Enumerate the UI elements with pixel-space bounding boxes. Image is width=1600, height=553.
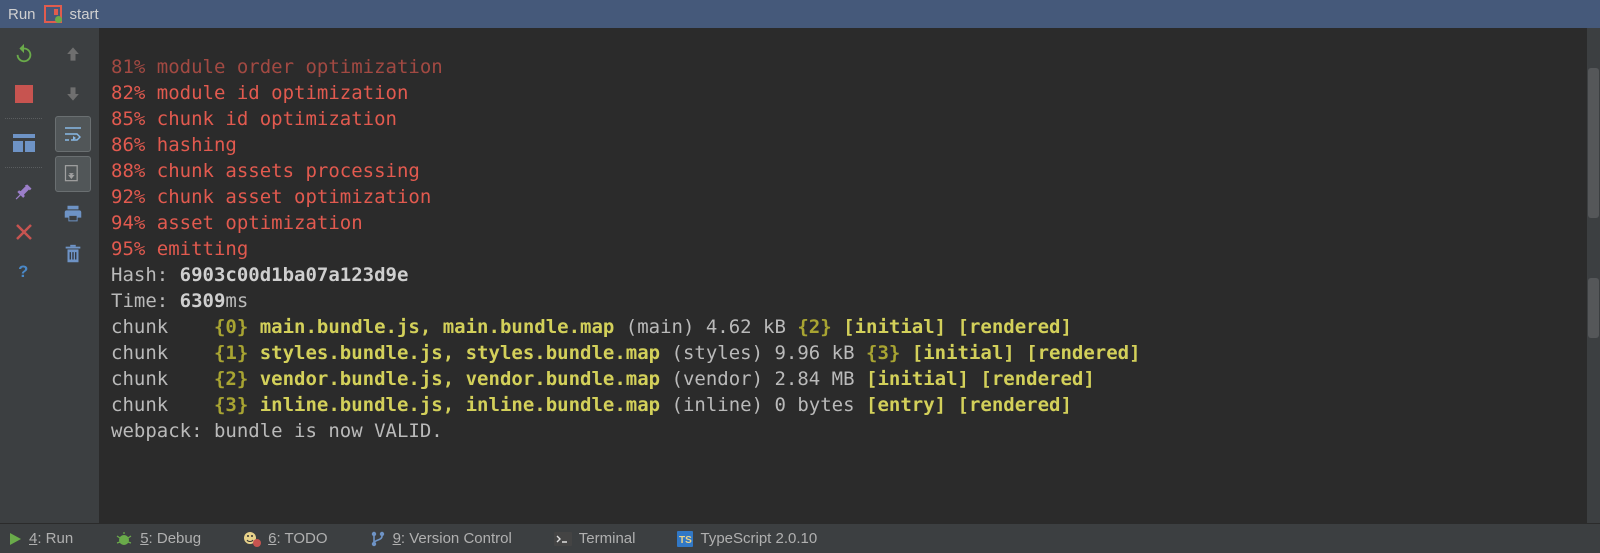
console-line: chunk {2} vendor.bundle.js, vendor.bundl…: [111, 368, 1095, 390]
typescript-icon: TS: [677, 531, 693, 547]
vcs-tool-tab[interactable]: 9: Version Control: [370, 530, 512, 547]
console-line: 95% emitting: [111, 238, 248, 260]
console-line: chunk {1} styles.bundle.js, styles.bundl…: [111, 342, 1141, 364]
todo-tool-tab[interactable]: 6: TODO: [243, 530, 327, 547]
scroll-to-end-button[interactable]: [55, 156, 91, 192]
debug-tool-tab[interactable]: 5: Debug: [115, 530, 201, 547]
run-panel-title: Run: [8, 6, 36, 23]
console-line: chunk {3} inline.bundle.js, inline.bundl…: [111, 394, 1072, 416]
stop-button[interactable]: [6, 76, 42, 112]
svg-text:?: ?: [18, 262, 28, 281]
separator: [5, 167, 43, 168]
run-panel-body: ? 81% module order optimization 82% modu…: [0, 28, 1600, 523]
rerun-button[interactable]: [6, 36, 42, 72]
svg-text:TS: TS: [679, 535, 692, 546]
play-icon: [8, 532, 22, 546]
run-config-name: start: [70, 6, 99, 23]
console-line: Time: 6309ms: [111, 290, 248, 312]
console-line: 81% module order optimization: [111, 56, 443, 78]
up-button[interactable]: [55, 36, 91, 72]
run-panel-header: Run start: [0, 0, 1600, 28]
branch-icon: [370, 531, 386, 547]
run-toolbar-primary: ?: [0, 28, 47, 523]
console-line: 92% chunk asset optimization: [111, 186, 431, 208]
soft-wrap-button[interactable]: [55, 116, 91, 152]
todo-icon: [243, 531, 261, 547]
scrollbar-thumb[interactable]: [1588, 278, 1599, 338]
down-button[interactable]: [55, 76, 91, 112]
run-toolbar-secondary: [47, 28, 99, 523]
console-line: Hash: 6903c00d1ba07a123d9e: [111, 264, 408, 286]
pin-button[interactable]: [6, 174, 42, 210]
console-scrollbar[interactable]: [1587, 28, 1600, 523]
console-line: 85% chunk id optimization: [111, 108, 397, 130]
run-tool-tab[interactable]: 4: Run: [8, 530, 73, 547]
console-line: 88% chunk assets processing: [111, 160, 420, 182]
console-line: 86% hashing: [111, 134, 237, 156]
console-line: 94% asset optimization: [111, 212, 363, 234]
close-button[interactable]: [6, 214, 42, 250]
bug-icon: [115, 531, 133, 547]
clear-all-button[interactable]: [55, 236, 91, 272]
terminal-tool-tab[interactable]: Terminal: [554, 530, 636, 547]
print-button[interactable]: [55, 196, 91, 232]
bottom-tool-bar: 4: Run 5: Debug 6: TODO 9: Version Contr…: [0, 523, 1600, 553]
typescript-tool-tab[interactable]: TS TypeScript 2.0.10: [677, 530, 817, 547]
terminal-icon: [554, 532, 572, 546]
scrollbar-thumb[interactable]: [1588, 68, 1599, 218]
layout-button[interactable]: [6, 125, 42, 161]
console-line: webpack: bundle is now VALID.: [111, 420, 443, 442]
npm-run-icon: [44, 5, 62, 23]
console-line: chunk {0} main.bundle.js, main.bundle.ma…: [111, 316, 1072, 338]
separator: [5, 118, 43, 119]
console-output[interactable]: 81% module order optimization 82% module…: [99, 28, 1600, 523]
console-line: 82% module id optimization: [111, 82, 408, 104]
help-button[interactable]: ?: [6, 254, 42, 290]
